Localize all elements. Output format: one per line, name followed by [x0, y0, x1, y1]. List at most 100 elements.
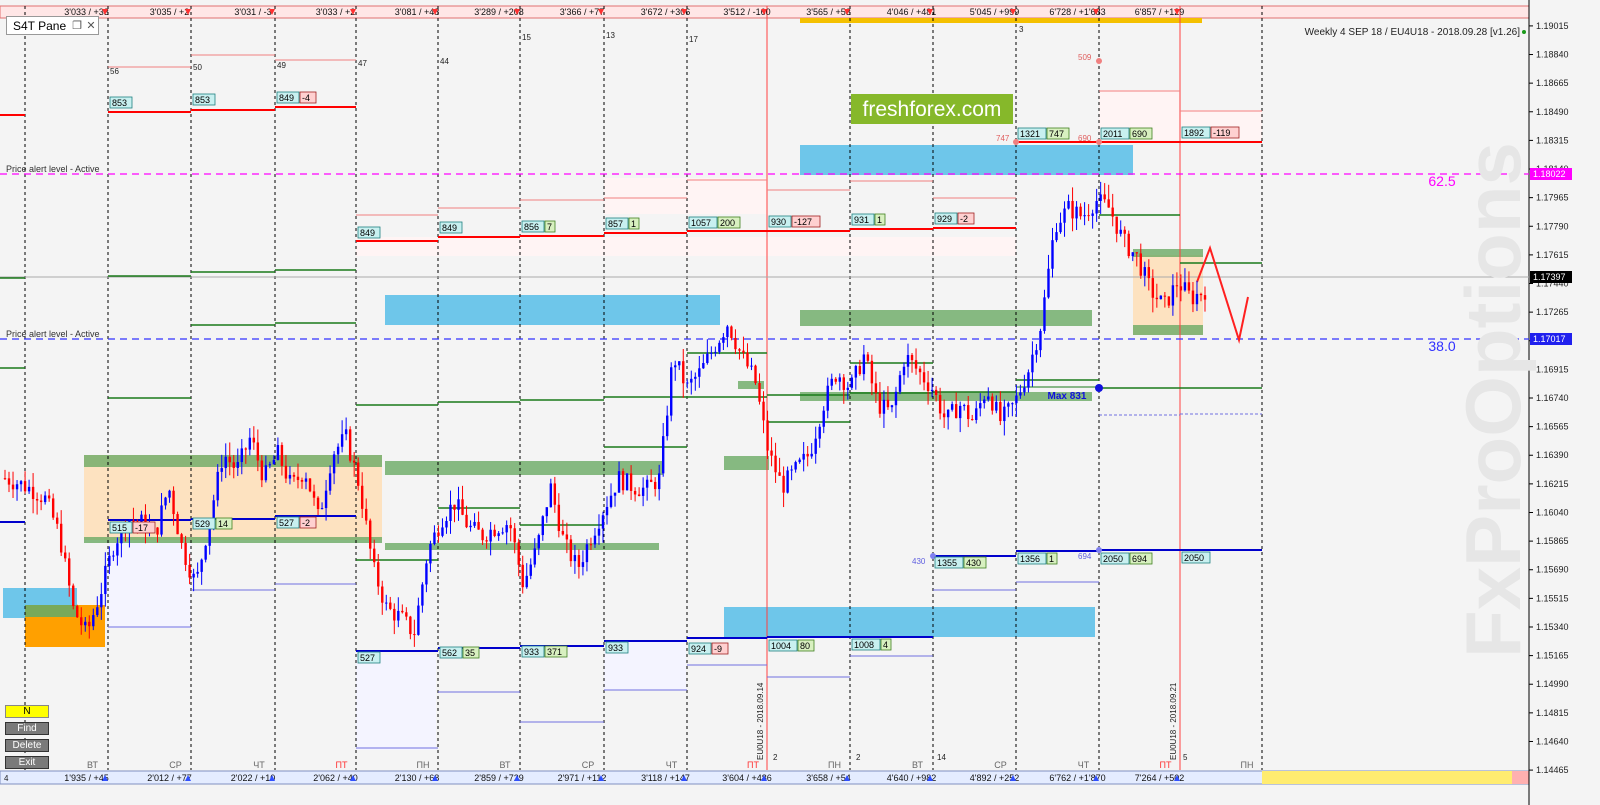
candle-body	[690, 378, 693, 383]
fib-label-38: 38.0	[1428, 338, 1455, 354]
candle-body	[1015, 395, 1018, 404]
candle-body	[987, 396, 990, 400]
tag-delta: 371	[547, 647, 562, 657]
candle-body	[954, 404, 958, 419]
candle-body	[232, 462, 235, 468]
candle-body	[938, 394, 942, 414]
tag-delta: -2	[302, 518, 310, 528]
candle-body	[433, 532, 436, 544]
candle-body	[457, 499, 460, 510]
restore-icon[interactable]: ❐	[70, 19, 84, 32]
bottom-pink-strip	[1512, 771, 1529, 784]
candle-body	[714, 351, 717, 353]
candle-body	[609, 495, 613, 507]
day-label: ПТ	[1160, 760, 1172, 770]
count-label: 2	[773, 753, 778, 762]
brand-badge: freshforex.com	[851, 94, 1013, 124]
y-tick-label: 1.18840	[1536, 50, 1569, 60]
resistance-tag: 929 -2	[934, 212, 975, 225]
candle-body	[991, 396, 994, 411]
tag-value: 856	[524, 222, 539, 232]
candle-body	[694, 376, 697, 379]
candle-body	[1067, 200, 1070, 209]
candle-body	[1019, 392, 1022, 396]
support-tag: 1356 1	[1017, 552, 1058, 565]
find-button[interactable]: Find	[5, 722, 49, 735]
support-tag: 562 35	[439, 646, 480, 659]
candle-body	[738, 349, 741, 351]
candle-body	[722, 337, 725, 343]
candle-body	[577, 555, 581, 567]
count-label: 2	[856, 753, 861, 762]
candle-body	[324, 490, 328, 509]
candle-body	[629, 473, 633, 491]
delete-button[interactable]: Delete	[5, 739, 49, 752]
candle-body	[413, 634, 416, 636]
day-label: ПТ	[747, 760, 759, 770]
tag-value: 527	[279, 518, 294, 528]
candle-body	[1095, 200, 1098, 214]
candle-body	[1195, 293, 1199, 305]
candle-body	[200, 559, 203, 572]
candle-body	[276, 445, 280, 460]
tag-delta: -9	[714, 644, 722, 654]
orange-count-label: 747	[996, 134, 1010, 143]
candle-body	[726, 326, 729, 338]
candle-body	[421, 584, 424, 606]
candle-body	[946, 409, 950, 418]
n-button[interactable]: N	[5, 705, 49, 718]
candle-body	[1163, 295, 1167, 297]
candle-body	[962, 405, 966, 407]
y-tick-label: 1.15690	[1536, 565, 1569, 575]
candle-body	[1119, 229, 1122, 234]
candle-body	[1179, 286, 1183, 291]
candle-body	[3, 478, 7, 480]
candle-body	[292, 474, 296, 477]
day-label: ПН	[417, 760, 430, 770]
resistance-tag: 849 -4	[276, 91, 317, 104]
candle-body	[778, 472, 781, 476]
tag-value: 933	[608, 643, 623, 653]
y-tick-label: 1.17615	[1536, 250, 1569, 260]
candle-body	[770, 450, 773, 456]
resistance-tag: 931 1	[851, 213, 886, 226]
candle-body	[501, 532, 504, 534]
candle-body	[589, 544, 593, 546]
candle-body	[1031, 354, 1034, 373]
candle-body	[328, 473, 332, 491]
candle-body	[39, 500, 43, 503]
candle-body	[55, 517, 59, 524]
candle-body	[950, 404, 954, 410]
candle-body	[537, 535, 540, 549]
close-icon[interactable]: ✕	[84, 19, 98, 32]
y-tick-label: 1.18490	[1536, 107, 1569, 117]
y-tick-label: 1.17265	[1536, 307, 1569, 317]
candle-body	[1111, 207, 1114, 217]
alert-label-2: Price alert level - Active	[6, 329, 100, 339]
y-tick-label: 1.14990	[1536, 679, 1569, 689]
pane-selector[interactable]: S4T Pane ❐ ✕	[6, 16, 99, 35]
resistance-tag: 930 -127	[768, 215, 821, 228]
exit-button[interactable]: Exit	[5, 756, 49, 769]
status-dot	[1522, 30, 1526, 34]
candle-body	[92, 615, 95, 627]
resistance-tag: 2011 690	[1100, 127, 1153, 140]
candle-body	[862, 354, 866, 375]
resistance-tag: 857 1	[605, 217, 640, 230]
tag-value: 527	[360, 653, 375, 663]
candle-body	[734, 337, 737, 350]
tag-value: 849	[442, 223, 457, 233]
bottom-volume-label: 2'971 / +112	[558, 773, 607, 783]
green-zone	[724, 456, 769, 470]
candle-body	[565, 534, 569, 540]
candle-body	[617, 471, 621, 493]
candle-body	[156, 527, 159, 535]
candle-body	[601, 515, 605, 529]
candle-body	[409, 616, 412, 635]
candle-body	[698, 368, 701, 377]
candle-body	[84, 621, 87, 626]
support-tag: 527	[357, 651, 381, 664]
level-marker	[1096, 547, 1102, 553]
candle-body	[525, 575, 528, 588]
count-label: 49	[277, 61, 286, 70]
